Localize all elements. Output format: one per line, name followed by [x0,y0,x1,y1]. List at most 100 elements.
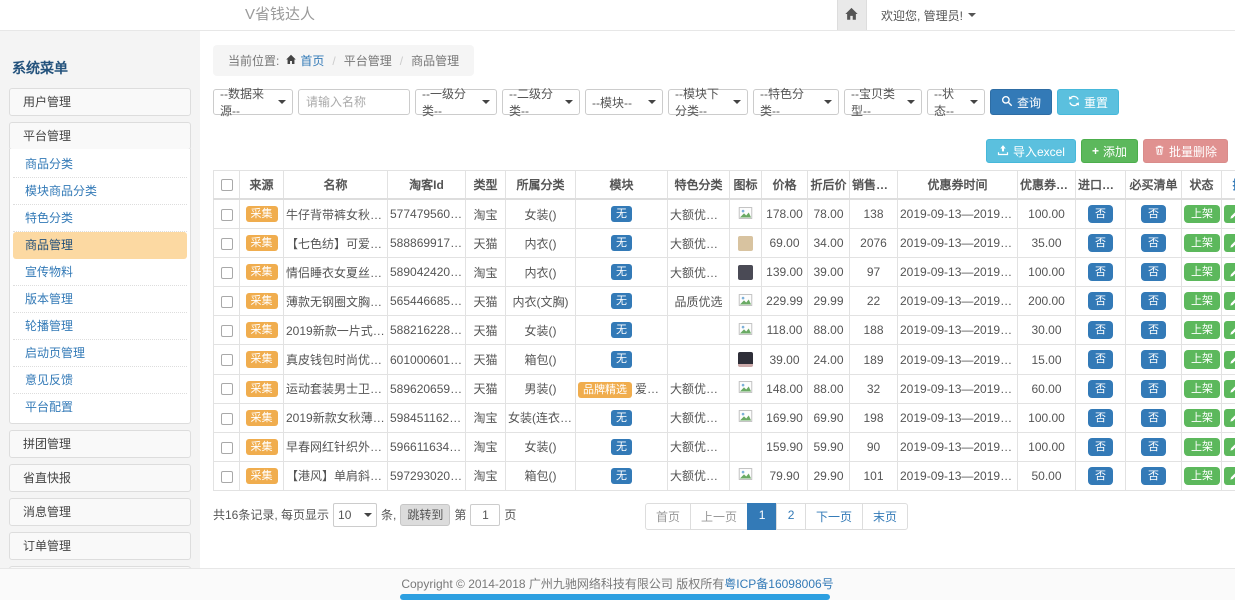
batch-delete-button[interactable]: 批量删除 [1143,139,1228,163]
per-page-select[interactable]: 10 [333,503,377,527]
filter-select-2[interactable]: --二级分类-- [502,89,580,115]
sidebar-item-4[interactable]: 消息管理 [9,498,191,526]
user-menu[interactable]: 欢迎您, 管理员! [867,0,990,30]
sidebar-subitem-1[interactable]: 模块商品分类 [13,178,187,205]
filter-select-7[interactable]: --状态-- [927,89,985,115]
row-checkbox-cell [214,199,240,229]
status-toggle[interactable]: 上架 [1184,292,1220,310]
page-button-末页[interactable]: 末页 [862,503,908,530]
status-toggle[interactable]: 上架 [1184,438,1220,456]
row-checkbox[interactable] [221,267,233,279]
sidebar-subitem-7[interactable]: 启动页管理 [13,340,187,367]
search-button[interactable]: 查询 [990,89,1052,115]
filter-select-6[interactable]: --宝贝类型-- [844,89,922,115]
page-button-下一页[interactable]: 下一页 [805,503,863,530]
edit-button[interactable] [1224,321,1235,339]
module-cell: 无 [576,345,668,374]
status-toggle[interactable]: 上架 [1184,409,1220,427]
sidebar-item-1[interactable]: 平台管理 [9,122,191,150]
module-badge: 无 [611,322,632,338]
status-toggle[interactable]: 上架 [1184,467,1220,485]
status-toggle[interactable]: 上架 [1184,380,1220,398]
sidebar-subitem-5[interactable]: 版本管理 [13,286,187,313]
sidebar-item-0[interactable]: 用户管理 [9,88,191,116]
reset-button[interactable]: 重置 [1057,89,1119,115]
must-buy-toggle[interactable]: 否 [1141,438,1166,456]
breadcrumb-home-link[interactable]: 首页 [285,52,324,69]
edit-button[interactable] [1224,467,1235,485]
imported-toggle[interactable]: 否 [1088,292,1113,310]
status-cell: 上架 [1182,432,1222,461]
must-buy-toggle[interactable]: 否 [1141,380,1166,398]
add-button[interactable]: + 添加 [1081,139,1138,163]
sidebar-subitem-2[interactable]: 特色分类 [13,205,187,232]
must-buy-toggle[interactable]: 否 [1141,350,1166,368]
imported-cell: 否 [1076,199,1126,229]
edit-button[interactable] [1224,351,1235,369]
jump-page-input[interactable] [470,504,500,526]
edit-button[interactable] [1224,263,1235,281]
sidebar-subitem-6[interactable]: 轮播管理 [13,313,187,340]
row-checkbox[interactable] [221,325,233,337]
feature-cell: 大额优惠券 [668,461,730,490]
status-toggle[interactable]: 上架 [1184,234,1220,252]
imported-toggle[interactable]: 否 [1088,205,1113,223]
imported-toggle[interactable]: 否 [1088,409,1113,427]
filter-select-5[interactable]: --特色分类-- [753,89,839,115]
edit-button[interactable] [1224,292,1235,310]
status-toggle[interactable]: 上架 [1184,321,1220,339]
row-checkbox[interactable] [221,413,233,425]
page-button-2[interactable]: 2 [776,503,806,530]
icp-link[interactable]: 粤ICP备16098006号 [724,577,833,591]
status-toggle[interactable]: 上架 [1184,205,1220,223]
imported-toggle[interactable]: 否 [1088,380,1113,398]
row-checkbox[interactable] [221,209,233,221]
row-checkbox[interactable] [221,471,233,483]
status-toggle[interactable]: 上架 [1184,263,1220,281]
imported-toggle[interactable]: 否 [1088,234,1113,252]
must-buy-toggle[interactable]: 否 [1141,321,1166,339]
row-checkbox[interactable] [221,238,233,250]
imported-toggle[interactable]: 否 [1088,321,1113,339]
must-buy-toggle[interactable]: 否 [1141,234,1166,252]
sidebar-subitem-9[interactable]: 平台配置 [13,394,187,421]
row-checkbox[interactable] [221,296,233,308]
must-buy-toggle[interactable]: 否 [1141,292,1166,310]
sidebar-subitem-0[interactable]: 商品分类 [13,151,187,178]
sidebar-item-2[interactable]: 拼团管理 [9,430,191,458]
import-excel-button[interactable]: 导入excel [986,139,1076,163]
edit-button[interactable] [1224,380,1235,398]
sidebar-item-5[interactable]: 订单管理 [9,532,191,560]
icon-cell [730,432,762,461]
edit-button[interactable] [1224,234,1235,252]
imported-toggle[interactable]: 否 [1088,467,1113,485]
must-buy-toggle[interactable]: 否 [1141,409,1166,427]
must-buy-toggle[interactable]: 否 [1141,467,1166,485]
edit-button[interactable] [1224,205,1235,223]
filter-select-1[interactable]: --一级分类-- [415,89,497,115]
filter-select-0[interactable]: --数据来源-- [213,89,293,115]
must-buy-toggle[interactable]: 否 [1141,263,1166,281]
sidebar-subitem-4[interactable]: 宣传物料 [13,259,187,286]
select-all-checkbox[interactable] [221,179,233,191]
status-toggle[interactable]: 上架 [1184,350,1220,368]
must-buy-toggle[interactable]: 否 [1141,205,1166,223]
edit-button[interactable] [1224,409,1235,427]
filter-select-3[interactable]: --模块-- [585,89,663,115]
jump-button[interactable]: 跳转到 [400,504,450,526]
filter-select-4[interactable]: --模块下分类-- [668,89,748,115]
imported-toggle[interactable]: 否 [1088,438,1113,456]
imported-toggle[interactable]: 否 [1088,350,1113,368]
sidebar-subitem-8[interactable]: 意见反馈 [13,367,187,394]
name-search-input[interactable] [298,89,410,115]
imported-toggle[interactable]: 否 [1088,263,1113,281]
filter-select-label: --模块下分类-- [675,85,728,119]
edit-button[interactable] [1224,438,1235,456]
sidebar-item-3[interactable]: 省直快报 [9,464,191,492]
page-button-1[interactable]: 1 [747,503,777,530]
row-checkbox[interactable] [221,354,233,366]
home-button[interactable] [837,0,867,30]
row-checkbox[interactable] [221,383,233,395]
row-checkbox[interactable] [221,442,233,454]
sidebar-subitem-3[interactable]: 商品管理 [13,232,187,259]
